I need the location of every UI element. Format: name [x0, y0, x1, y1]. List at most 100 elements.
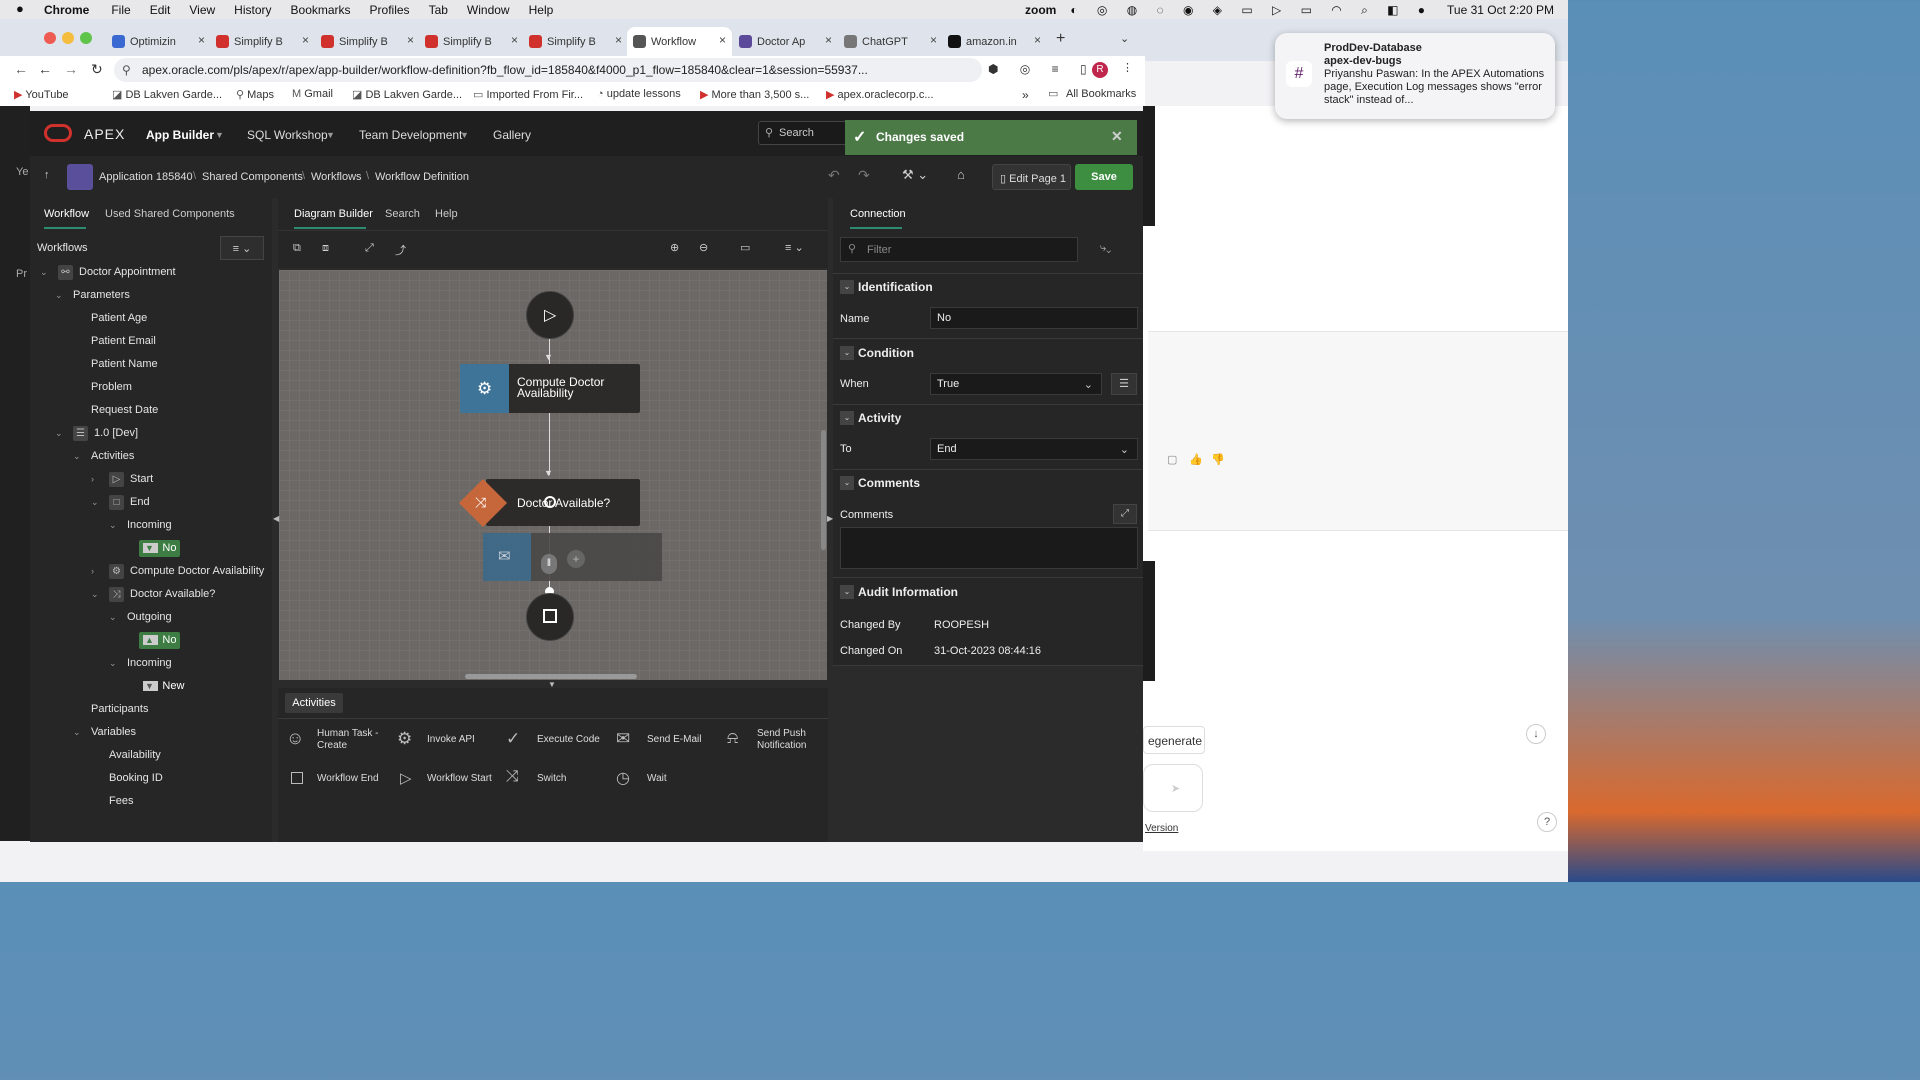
- tab-close-icon[interactable]: ×: [719, 33, 726, 47]
- nav-team-development[interactable]: Team Development: [359, 128, 462, 142]
- undo-icon[interactable]: ↶: [828, 167, 840, 184]
- tree-toggle-chevron-icon[interactable]: ⌄: [91, 497, 99, 508]
- bookmark-item[interactable]: ▶ More than 3,500 s...: [700, 88, 809, 101]
- collapse-condition-icon[interactable]: ⌄: [840, 346, 854, 360]
- palette-workflow-end[interactable]: Workflow End: [317, 773, 379, 784]
- all-bookmarks[interactable]: All Bookmarks: [1066, 88, 1136, 100]
- tree-toggle-chevron-icon[interactable]: ›: [91, 474, 94, 484]
- tree-param[interactable]: Request Date: [30, 402, 272, 422]
- collapse-audit-icon[interactable]: ⌄: [840, 585, 854, 599]
- menu-window[interactable]: Window: [467, 3, 510, 17]
- menubar-clock[interactable]: Tue 31 Oct 2:20 PM: [1447, 3, 1554, 18]
- browser-tab[interactable]: Doctor Ap ×: [733, 27, 838, 57]
- tab-close-icon[interactable]: ×: [511, 33, 518, 47]
- regenerate-button[interactable]: egenerate: [1143, 726, 1205, 754]
- breadcrumb-workflows[interactable]: Workflows: [311, 171, 362, 183]
- connection-badge[interactable]: ▲ No: [139, 632, 181, 649]
- list-icon[interactable]: ☰: [1111, 373, 1137, 395]
- tree-param[interactable]: Problem: [30, 379, 272, 399]
- zoom-status[interactable]: zoom: [1025, 3, 1056, 18]
- tree-participants[interactable]: Participants: [30, 701, 272, 721]
- browser-tab[interactable]: Workflow ×: [627, 27, 732, 57]
- tab-list-chevron-icon[interactable]: ⌄: [1120, 32, 1129, 45]
- profile-avatar[interactable]: R: [1092, 62, 1108, 78]
- connector-handle-icon[interactable]: [544, 496, 556, 508]
- help-icon[interactable]: ?: [1537, 812, 1557, 832]
- send-icon[interactable]: ➤: [1171, 782, 1180, 795]
- site-info-icon[interactable]: ⚲: [122, 63, 131, 77]
- bookmark-item[interactable]: M Gmail: [292, 88, 333, 100]
- up-arrow-icon[interactable]: ↑: [44, 169, 50, 181]
- tab-connection[interactable]: Connection: [850, 208, 906, 220]
- edit-page-button[interactable]: ▯ Edit Page 1: [992, 164, 1071, 190]
- menu-profiles[interactable]: Profiles: [370, 3, 410, 17]
- browser-tab[interactable]: Simplify B ×: [315, 27, 420, 57]
- nav-sql-workshop[interactable]: SQL Workshop: [247, 128, 328, 142]
- tree-toggle-chevron-icon[interactable]: ⌄: [109, 658, 117, 669]
- browser-tab[interactable]: ChatGPT ×: [838, 27, 943, 57]
- tab-used-shared-components[interactable]: Used Shared Components: [105, 208, 235, 220]
- go-to-group-icon[interactable]: ⤷⌄: [1100, 242, 1111, 255]
- tree-variables[interactable]: ⌄ Variables: [30, 724, 272, 744]
- collapse-icon[interactable]: ⧈: [322, 242, 329, 255]
- tab-close-icon[interactable]: ×: [407, 33, 414, 47]
- tree-incoming-2[interactable]: ⌄ Incoming: [30, 655, 272, 675]
- close-window-button[interactable]: [44, 32, 56, 44]
- tree-param[interactable]: Patient Email: [30, 333, 272, 353]
- palette-human-task[interactable]: Human Task - Create: [317, 728, 383, 752]
- tree-param[interactable]: Patient Age: [30, 310, 272, 330]
- comments-textarea[interactable]: [840, 527, 1138, 569]
- tree-toggle-chevron-icon[interactable]: ›: [91, 566, 94, 576]
- menu-history[interactable]: History: [234, 3, 271, 17]
- tree-version[interactable]: ⌄ ☰ 1.0 [Dev]: [30, 425, 272, 445]
- palette-switch[interactable]: Switch: [537, 773, 566, 784]
- expand-icon[interactable]: ⧉: [293, 242, 301, 255]
- tree-end[interactable]: ⌄ □ End: [30, 494, 272, 514]
- tree-menu-button[interactable]: ≡ ⌄: [220, 236, 264, 260]
- name-input[interactable]: No: [930, 307, 1138, 329]
- tree-toggle-chevron-icon[interactable]: ⌄: [109, 612, 117, 623]
- browser-tab[interactable]: amazon.in ×: [942, 27, 1047, 57]
- reload-icon[interactable]: ↻: [91, 61, 103, 78]
- shared-components-icon[interactable]: ⌂: [957, 167, 965, 182]
- tree-outgoing-no[interactable]: ▲ No: [30, 632, 272, 652]
- menubar-app-name[interactable]: Chrome: [44, 3, 89, 17]
- zoom-in-icon[interactable]: ⊕: [670, 241, 679, 254]
- tree-toggle-chevron-icon[interactable]: ⌄: [73, 727, 81, 738]
- browser-tab[interactable]: Simplify B ×: [419, 27, 524, 57]
- fit-icon[interactable]: ▭: [740, 241, 750, 254]
- browser-tab[interactable]: Simplify B ×: [210, 27, 315, 57]
- email-node-ghost[interactable]: ✉ +: [483, 533, 662, 581]
- tree-connection-no[interactable]: ▼ No: [30, 540, 272, 560]
- breadcrumb-application[interactable]: Application 185840: [99, 171, 193, 183]
- browser-tab[interactable]: Simplify B ×: [523, 27, 628, 57]
- switch-node[interactable]: Doctor Available?: [486, 479, 640, 526]
- extensions-icons[interactable]: ⬢ ◎ ≡ ▯: [988, 62, 1096, 76]
- oracle-logo-icon[interactable]: [44, 124, 72, 142]
- breadcrumb-shared-components[interactable]: Shared Components: [202, 171, 303, 183]
- tree-incoming-new[interactable]: ▼ New: [30, 678, 272, 698]
- add-icon[interactable]: +: [567, 550, 585, 568]
- tree-variable[interactable]: Fees: [30, 793, 272, 813]
- version-link[interactable]: Version: [1145, 823, 1178, 834]
- utilities-wrench-icon[interactable]: ⚒ ⌄: [902, 167, 928, 183]
- tree-param[interactable]: Patient Name: [30, 356, 272, 376]
- tree-outgoing[interactable]: ⌄ Outgoing: [30, 609, 272, 629]
- tab-close-icon[interactable]: ×: [825, 33, 832, 47]
- thumbs-up-icon[interactable]: 👍: [1189, 453, 1203, 466]
- forward-icon[interactable]: →: [64, 61, 78, 77]
- tab-close-icon[interactable]: ×: [615, 33, 622, 47]
- palette-execute-code[interactable]: Execute Code: [537, 734, 600, 745]
- collapse-activity-icon[interactable]: ⌄: [840, 411, 854, 425]
- tab-search[interactable]: Search: [385, 208, 420, 220]
- menu-bookmarks[interactable]: Bookmarks: [291, 3, 351, 17]
- bookmark-item[interactable]: ⚲ Maps: [236, 88, 274, 101]
- bookmark-item[interactable]: ◪ DB Lakven Garde...: [112, 88, 222, 101]
- bookmark-item[interactable]: ▶ apex.oraclecorp.c...: [826, 88, 934, 101]
- thumbs-down-icon[interactable]: 👎: [1211, 453, 1225, 466]
- filter-input[interactable]: Filter: [840, 237, 1078, 262]
- tab-close-icon[interactable]: ×: [1034, 33, 1041, 47]
- tree-toggle-chevron-icon[interactable]: ⌄: [109, 520, 117, 531]
- tree-toggle-chevron-icon[interactable]: ⌄: [55, 290, 63, 301]
- slack-notification[interactable]: # ProdDev-Database apex-dev-bugs Priyans…: [1275, 33, 1555, 119]
